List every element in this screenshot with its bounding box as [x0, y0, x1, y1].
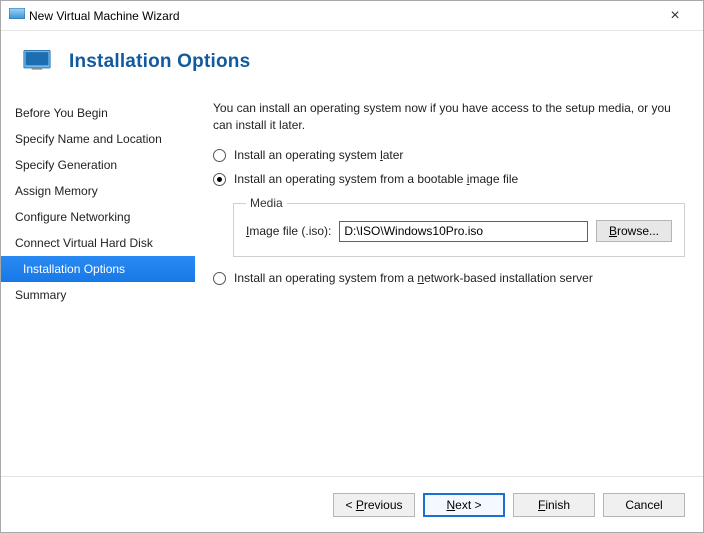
radio-install-image[interactable]: [213, 173, 226, 186]
option-install-image[interactable]: Install an operating system from a boota…: [213, 172, 685, 186]
option-install-later-label: Install an operating system later: [234, 148, 403, 162]
wizard-header: Installation Options: [1, 31, 703, 94]
window-title: New Virtual Machine Wizard: [25, 9, 655, 23]
previous-button[interactable]: < Previous: [333, 493, 415, 517]
step-assign-memory[interactable]: Assign Memory: [1, 178, 195, 204]
step-summary[interactable]: Summary: [1, 282, 195, 308]
image-file-input[interactable]: [339, 221, 588, 242]
wizard-steps-sidebar: Before You Begin Specify Name and Locati…: [1, 94, 195, 464]
wizard-body: Before You Begin Specify Name and Locati…: [1, 94, 703, 464]
description-text: You can install an operating system now …: [213, 100, 685, 134]
step-specify-generation[interactable]: Specify Generation: [1, 152, 195, 178]
monitor-icon: [23, 49, 51, 74]
wizard-icon: [9, 8, 25, 23]
wizard-content: You can install an operating system now …: [195, 94, 703, 464]
radio-install-later[interactable]: [213, 149, 226, 162]
option-install-network-label: Install an operating system from a netwo…: [234, 271, 593, 285]
page-title: Installation Options: [69, 51, 250, 73]
radio-install-network[interactable]: [213, 272, 226, 285]
step-configure-networking[interactable]: Configure Networking: [1, 204, 195, 230]
media-group: Media Image file (.iso): Browse...: [233, 196, 685, 257]
option-install-network[interactable]: Install an operating system from a netwo…: [213, 271, 685, 285]
image-file-label: Image file (.iso):: [246, 224, 331, 238]
titlebar: New Virtual Machine Wizard ×: [1, 1, 703, 31]
wizard-footer: < Previous Next > Finish Cancel: [1, 476, 703, 532]
step-connect-vhd[interactable]: Connect Virtual Hard Disk: [1, 230, 195, 256]
browse-button[interactable]: Browse...: [596, 220, 672, 242]
cancel-button[interactable]: Cancel: [603, 493, 685, 517]
media-legend: Media: [246, 196, 287, 210]
close-icon[interactable]: ×: [655, 7, 695, 25]
step-before-you-begin[interactable]: Before You Begin: [1, 100, 195, 126]
option-install-later[interactable]: Install an operating system later: [213, 148, 685, 162]
next-button[interactable]: Next >: [423, 493, 505, 517]
step-specify-name-location[interactable]: Specify Name and Location: [1, 126, 195, 152]
finish-button[interactable]: Finish: [513, 493, 595, 517]
option-install-image-label: Install an operating system from a boota…: [234, 172, 518, 186]
step-installation-options[interactable]: Installation Options: [1, 256, 195, 282]
